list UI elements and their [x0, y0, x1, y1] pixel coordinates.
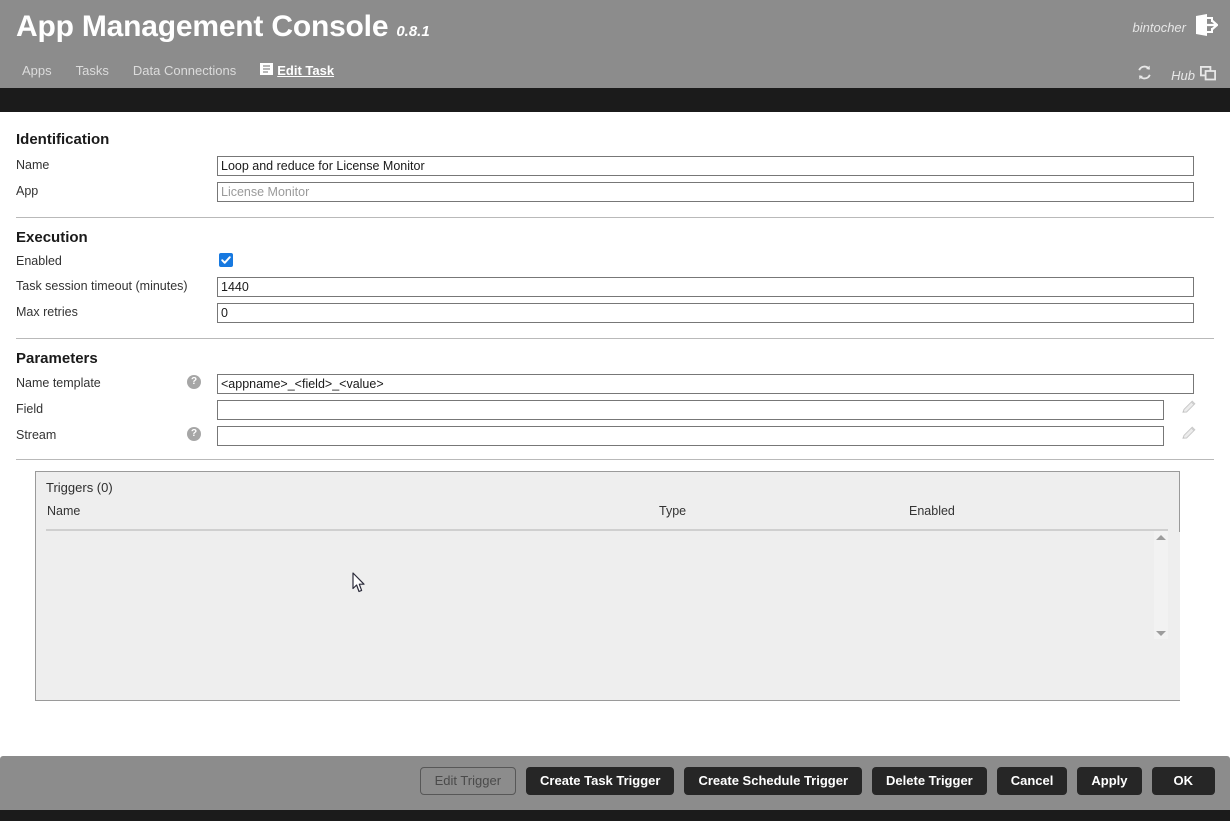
- label-app: App: [16, 184, 38, 198]
- help-icon-name-template[interactable]: ?: [187, 375, 201, 389]
- label-task-session-timeout: Task session timeout (minutes): [16, 279, 188, 293]
- nav-item-edit-task-label: Edit Task: [277, 63, 334, 78]
- hub-window-icon: [1200, 66, 1216, 84]
- apply-button[interactable]: Apply: [1077, 767, 1141, 795]
- user-session: bintocher: [1133, 14, 1218, 41]
- triggers-table-header: Name Type Enabled: [36, 504, 1179, 529]
- window-bottom-band: [0, 810, 1230, 821]
- stream-edit-pencil-icon[interactable]: [1180, 424, 1198, 442]
- ok-button[interactable]: OK: [1152, 767, 1216, 795]
- scroll-up-arrow-icon[interactable]: [1154, 531, 1168, 543]
- main-nav: Apps Tasks Data Connections Edit Task: [22, 63, 334, 79]
- footer-action-bar: Edit Trigger Create Task Trigger Create …: [0, 756, 1230, 810]
- enabled-checkbox[interactable]: [219, 253, 233, 267]
- header-tools: Hub: [1136, 64, 1216, 86]
- task-session-timeout-input[interactable]: [217, 277, 1194, 297]
- scroll-down-arrow-icon[interactable]: [1154, 627, 1168, 639]
- label-stream: Stream: [16, 428, 56, 442]
- stream-input[interactable]: [217, 426, 1164, 446]
- nav-item-tasks[interactable]: Tasks: [76, 63, 109, 79]
- logout-icon[interactable]: [1194, 14, 1218, 41]
- divider-identification: [16, 217, 1214, 218]
- task-document-icon: [260, 63, 273, 78]
- section-title-identification: Identification: [16, 131, 109, 148]
- help-icon-stream[interactable]: ?: [187, 427, 201, 441]
- triggers-title: Triggers (0): [46, 480, 113, 495]
- app-version: 0.8.1: [396, 23, 429, 40]
- nav-item-apps[interactable]: Apps: [22, 63, 52, 79]
- app-header: App Management Console 0.8.1 bintocher A…: [0, 0, 1230, 88]
- label-max-retries: Max retries: [16, 305, 78, 319]
- triggers-panel: Triggers (0) Name Type Enabled: [35, 471, 1180, 701]
- hub-label: Hub: [1171, 68, 1195, 83]
- delete-trigger-button[interactable]: Delete Trigger: [872, 767, 987, 795]
- triggers-header-rule: [46, 529, 1168, 531]
- field-edit-pencil-icon[interactable]: [1180, 398, 1198, 416]
- section-title-parameters: Parameters: [16, 350, 98, 367]
- label-name: Name: [16, 158, 49, 172]
- edit-trigger-button[interactable]: Edit Trigger: [420, 767, 516, 795]
- label-field: Field: [16, 402, 43, 416]
- name-input[interactable]: [217, 156, 1194, 176]
- triggers-rows-area[interactable]: [37, 532, 1180, 700]
- cancel-button[interactable]: Cancel: [997, 767, 1068, 795]
- triggers-scrollbar[interactable]: [1154, 531, 1168, 639]
- app-window: App Management Console 0.8.1 bintocher A…: [0, 0, 1230, 821]
- header-divider-band: [0, 88, 1230, 112]
- footer-buttons: Edit Trigger Create Task Trigger Create …: [420, 767, 1215, 795]
- brand: App Management Console 0.8.1: [16, 8, 430, 46]
- divider-parameters: [16, 459, 1214, 460]
- nav-item-data-connections[interactable]: Data Connections: [133, 63, 236, 79]
- create-schedule-trigger-button[interactable]: Create Schedule Trigger: [684, 767, 862, 795]
- column-header-type[interactable]: Type: [659, 504, 686, 518]
- column-header-enabled[interactable]: Enabled: [909, 504, 955, 518]
- username-label: bintocher: [1133, 20, 1186, 35]
- refresh-icon[interactable]: [1136, 64, 1153, 86]
- name-template-input[interactable]: [217, 374, 1194, 394]
- label-enabled: Enabled: [16, 254, 62, 268]
- section-title-execution: Execution: [16, 229, 88, 246]
- label-name-template: Name template: [16, 376, 101, 390]
- app-title: App Management Console: [16, 8, 388, 46]
- nav-item-edit-task[interactable]: Edit Task: [260, 63, 334, 79]
- hub-link[interactable]: Hub: [1171, 66, 1216, 84]
- column-header-name[interactable]: Name: [47, 504, 80, 518]
- divider-execution: [16, 338, 1214, 339]
- max-retries-input[interactable]: [217, 303, 1194, 323]
- app-input[interactable]: [217, 182, 1194, 202]
- field-input[interactable]: [217, 400, 1164, 420]
- create-task-trigger-button[interactable]: Create Task Trigger: [526, 767, 674, 795]
